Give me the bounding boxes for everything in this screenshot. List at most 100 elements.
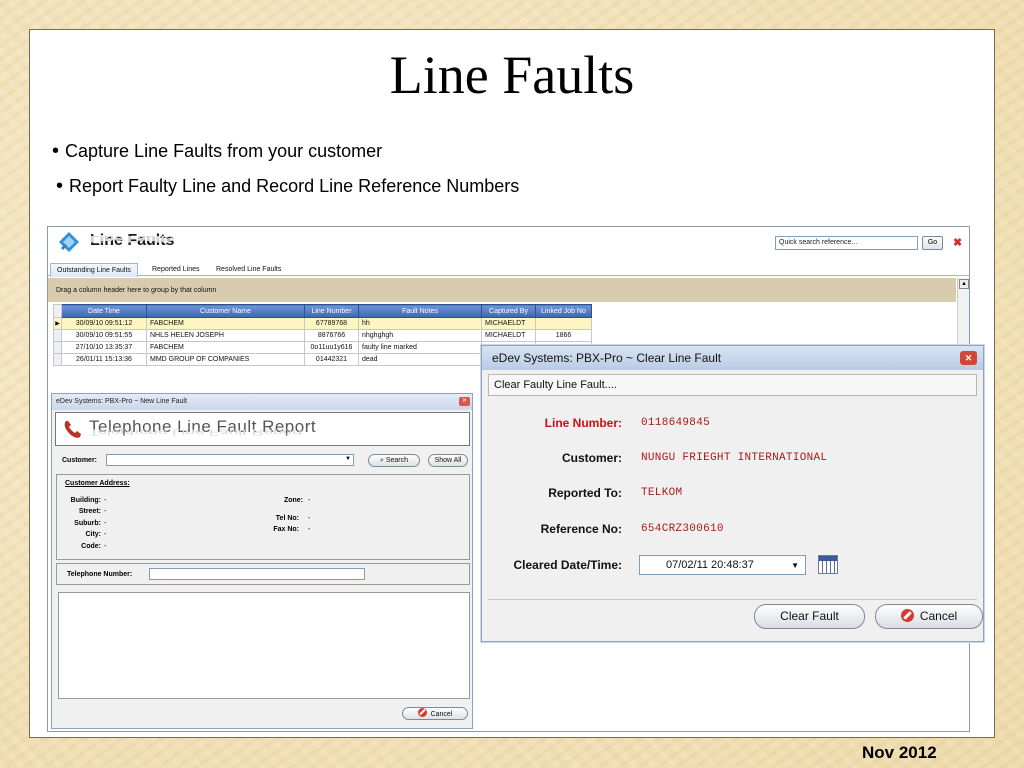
tab-outstanding-line-faults[interactable]: Outstanding Line Faults [50, 263, 138, 277]
close-icon[interactable]: ✕ [459, 397, 470, 406]
table-cell: nhghghgh [358, 329, 482, 342]
chevron-down-icon[interactable]: ▼ [791, 561, 799, 570]
table-cell: NHLS HELEN JOSEPH [146, 329, 305, 342]
app-title-reflection: Line Faults [90, 233, 175, 244]
column-header[interactable]: Customer Name [146, 304, 305, 318]
fax-no-value: - [308, 526, 311, 533]
table-cell: dead [358, 353, 482, 366]
building-label: Building: [70, 497, 101, 504]
table-cell: faulty line marked [358, 341, 482, 354]
table-cell: 0o11uu1y616 [304, 341, 359, 354]
fax-no-label: Fax No: [273, 526, 299, 533]
cleared-datetime-picker[interactable]: 07/02/11 20:48:37 ▼ [639, 555, 806, 575]
footer-date: Nov 2012 [862, 743, 937, 762]
table-cell: MMD GROUP OF COMPANIES [146, 353, 305, 366]
tab-resolved-line-faults[interactable]: Resolved Line Faults [210, 263, 287, 277]
show-all-button[interactable]: Show All [428, 454, 468, 467]
customer-value: NUNGU FRIEGHT INTERNATIONAL [641, 452, 828, 464]
table-cell: 27/10/10 13:35:37 [61, 341, 147, 354]
scroll-up-icon[interactable]: ▲ [959, 279, 969, 289]
table-cell: 01442321 [304, 353, 359, 366]
address-heading: Customer Address: [65, 480, 130, 487]
row-indicator [53, 353, 62, 366]
table-cell: FABCHEM [146, 341, 305, 354]
row-indicator-icon: ▶ [53, 317, 62, 330]
reference-no-label: Reference No: [540, 522, 622, 536]
cancel-button[interactable]: Cancel [875, 604, 983, 629]
chevron-down-icon[interactable]: ▼ [345, 456, 351, 462]
report-heading-reflection: Telephone Line Fault Report [89, 427, 303, 438]
cleared-datetime-value: 07/02/11 20:48:37 [666, 559, 754, 571]
close-icon[interactable]: ✖ [953, 236, 962, 249]
search-button[interactable]: ⌕ Search [368, 454, 420, 467]
telephone-number-row: Telephone Number: [56, 563, 470, 585]
tab-reported-lines[interactable]: Reported Lines [146, 263, 205, 277]
new-line-fault-dialog: eDev Systems: PBX-Pro ~ New Line Fault ✕… [51, 393, 473, 729]
table-cell: 8876766 [304, 329, 359, 342]
telephone-number-input[interactable] [149, 568, 365, 580]
street-value: - [104, 508, 107, 515]
customer-label: Customer: [62, 457, 98, 464]
street-label: Street: [78, 508, 101, 515]
quick-search-input[interactable]: Quick search reference... [775, 236, 918, 250]
customer-select[interactable]: ▼ [106, 454, 354, 466]
suburb-value: - [104, 520, 107, 527]
table-row[interactable]: 30/09/10 09:51:55 NHLS HELEN JOSEPH 8876… [53, 329, 592, 342]
customer-row: Customer: ▼ ⌕ Search Show All [56, 452, 470, 469]
zone-label: Zone: [283, 497, 303, 504]
column-header[interactable]: Fault Notes [358, 304, 482, 318]
cancel-icon [417, 708, 427, 717]
telephone-number-label: Telephone Number: [67, 571, 133, 578]
building-value: - [104, 497, 107, 504]
telephone-icon [64, 421, 81, 438]
table-cell: MICHAELDT [481, 329, 536, 342]
reported-to-label: Reported To: [548, 486, 622, 500]
table-cell: 30/09/10 09:51:55 [61, 329, 147, 342]
tel-no-value: - [308, 515, 311, 522]
city-label: City: [85, 531, 101, 538]
bullet-2: • Report Faulty Line and Record Line Refe… [56, 175, 520, 197]
table-cell: 1866 [535, 329, 592, 342]
calendar-icon[interactable] [818, 555, 838, 574]
bullet-1: • Capture Line Faults from your customer [52, 140, 383, 162]
table-cell [535, 317, 592, 330]
close-icon[interactable]: ✕ [960, 351, 977, 365]
column-header[interactable]: Date Time [61, 304, 147, 318]
row-indicator [53, 341, 62, 354]
tab-strip: Outstanding Line Faults Reported Lines R… [48, 262, 969, 277]
go-button[interactable]: Go [922, 236, 943, 250]
customer-label: Customer: [561, 451, 622, 465]
cleared-datetime-label: Cleared Date/Time: [513, 558, 623, 572]
slide-title: Line Faults [389, 45, 635, 105]
cancel-button[interactable]: Cancel [402, 707, 468, 720]
fault-notes-area[interactable] [58, 592, 470, 699]
search-icon: ⌕ [379, 457, 384, 464]
table-cell: FABCHEM [146, 317, 305, 330]
city-value: - [104, 531, 107, 538]
code-value: - [104, 543, 107, 550]
dialog-title-bar[interactable]: eDev Systems: PBX-Pro ~ Clear Line Fault [482, 346, 983, 370]
table-cell: 30/09/10 09:51:12 [61, 317, 147, 330]
row-indicator [53, 329, 62, 342]
column-header[interactable]: Captured By [481, 304, 536, 318]
report-heading-box: Telephone Line Fault Report Telephone Li… [55, 412, 470, 446]
clear-fault-button[interactable]: Clear Fault [754, 604, 865, 629]
app-header: Line Faults Line Faults Quick search ref… [48, 227, 969, 260]
group-by-bar[interactable]: Drag a column header here to group by th… [48, 278, 956, 302]
reported-to-value: TELKOM [641, 487, 683, 499]
diamond-logo-icon [59, 232, 79, 252]
dialog-title-bar[interactable]: eDev Systems: PBX-Pro ~ New Line Fault [52, 394, 472, 410]
column-header[interactable]: Linked Job No [535, 304, 592, 318]
column-header[interactable]: Line Number [304, 304, 359, 318]
customer-address-panel: Customer Address: Building: - Street: - … [56, 474, 470, 560]
table-row[interactable]: ▶ 30/09/10 09:51:12 FABCHEM 67789768 hh … [53, 317, 592, 330]
line-number-value: 0118649845 [641, 417, 711, 429]
zone-value: - [308, 497, 311, 504]
row-indicator-header [53, 304, 62, 318]
reference-no-value: 654CRZ300610 [641, 523, 724, 535]
dialog-subtitle: Clear Faulty Line Fault.... [488, 374, 977, 396]
suburb-label: Suburb: [74, 520, 101, 527]
table-cell: hh [358, 317, 482, 330]
table-cell: 67789768 [304, 317, 359, 330]
table-cell: 26/01/11 15:13:36 [61, 353, 147, 366]
